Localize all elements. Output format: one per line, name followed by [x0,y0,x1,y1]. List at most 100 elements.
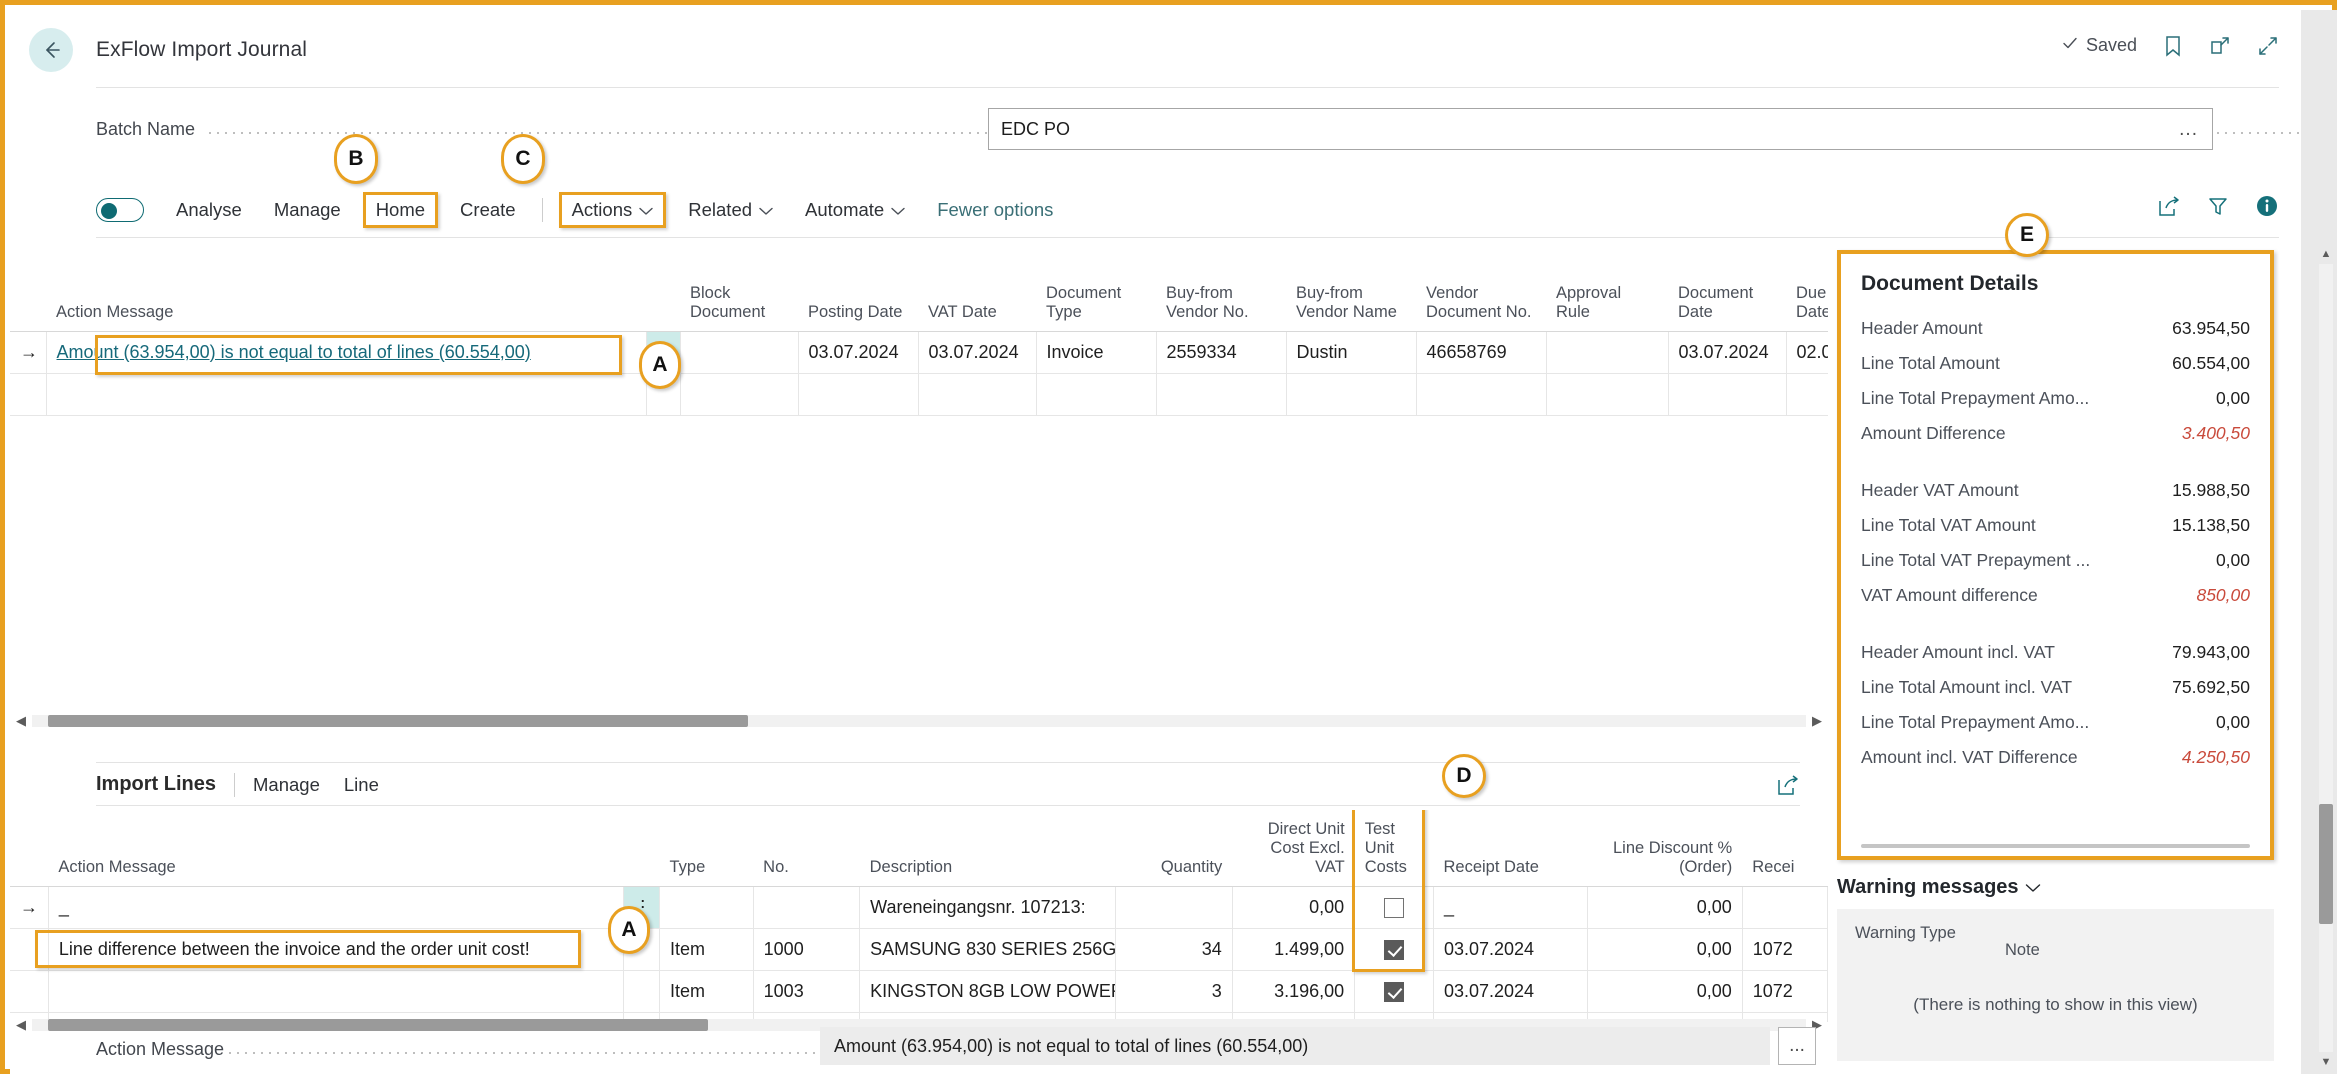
journal-cell-due-date[interactable] [1786,373,1828,416]
journal-col-due-date[interactable]: Due Date [1786,255,1828,332]
scrollbar-thumb[interactable] [48,715,748,727]
lines-cell-description[interactable]: SAMSUNG 830 SERIES 256GB ... [859,928,1116,971]
batch-name-assist-edit-button[interactable]: ... [2179,120,2212,139]
lines-cell-recei[interactable]: 1072 [1742,970,1828,1013]
journal-cell-vat-date[interactable]: 03.07.2024 [918,331,1037,374]
lines-col-direct-unit-cost[interactable]: Direct Unit Cost Excl. VAT [1232,810,1355,887]
lines-cell-description[interactable]: KINGSTON 8GB LOW POWER ... [859,970,1116,1013]
lines-cell-action-message[interactable] [48,970,624,1013]
scrollbar-track[interactable] [32,715,1806,727]
lines-col-quantity[interactable]: Quantity [1115,810,1233,887]
share-icon[interactable] [1776,774,1800,796]
lines-col-test-unit-costs[interactable]: Test Unit Costs [1354,810,1434,887]
share-icon[interactable] [2157,195,2181,222]
journal-cell-approval-rule[interactable] [1546,373,1669,416]
info-icon[interactable] [2255,194,2279,223]
test-unit-costs-checkbox[interactable] [1384,939,1405,960]
journal-col-vendor-document-no[interactable]: Vendor Document No. [1416,255,1546,332]
open-in-new-window-icon[interactable] [2209,35,2231,57]
lines-cell-recei[interactable]: 1072 [1742,928,1828,971]
ribbon-related[interactable]: Related [676,194,785,226]
lines-col-type[interactable]: Type [659,810,754,887]
lines-col-line-discount[interactable]: Line Discount % (Order) [1587,810,1743,887]
journal-cell-buy-from-vendor-name[interactable]: Dustin [1286,331,1417,374]
journal-cell-block-document[interactable] [680,331,799,374]
journal-cell-document-type[interactable]: Invoice [1036,331,1157,374]
test-unit-costs-checkbox[interactable] [1384,897,1405,918]
test-unit-costs-checkbox[interactable] [1384,981,1405,1002]
lines-cell-direct-unit-cost[interactable]: 0,00 [1232,886,1356,929]
table-row[interactable]: → Amount (63.954,00) is not equal to tot… [10,331,1828,374]
journal-col-approval-rule[interactable]: Approval Rule [1546,255,1668,332]
table-row[interactable]: → _ ⋮ Wareneingangsnr. 107213: 0,00 _ 0,… [10,886,1828,929]
lines-cell-description[interactable]: Wareneingangsnr. 107213: [859,886,1116,929]
ribbon-create[interactable]: Create [448,194,528,226]
lines-col-description[interactable]: Description [859,810,1116,887]
lines-cell-line-discount[interactable]: 0,00 [1587,886,1743,929]
lines-col-recei[interactable]: Recei [1742,810,1828,887]
table-row[interactable] [10,373,1828,416]
lines-cell-line-discount[interactable]: 0,00 [1587,928,1743,971]
journal-cell-due-date[interactable]: 02.08.20 [1786,331,1828,374]
journal-col-buy-from-vendor-no[interactable]: Buy-from Vendor No. [1156,255,1286,332]
journal-cell-vendor-document-no[interactable]: 46658769 [1416,331,1547,374]
lines-cell-line-discount[interactable]: 0,00 [1587,970,1743,1013]
journal-col-document-date[interactable]: Document Date [1668,255,1786,332]
lines-cell-action-message[interactable]: Line difference between the invoice and … [48,928,624,971]
row-menu-button[interactable] [623,970,660,1013]
lines-cell-quantity[interactable]: 34 [1115,928,1233,971]
lines-cell-test-unit-costs[interactable] [1354,928,1434,971]
journal-cell-buy-from-vendor-no[interactable]: 2559334 [1156,331,1287,374]
lines-cell-quantity[interactable]: 3 [1115,970,1233,1013]
table-row[interactable]: Line difference between the invoice and … [10,928,1828,971]
batch-name-input[interactable]: EDC PO [989,119,2179,140]
lines-cell-type[interactable]: Item [659,970,754,1013]
lines-cell-receipt-date[interactable]: _ [1433,886,1589,929]
ribbon-fewer-options[interactable]: Fewer options [925,194,1065,226]
lines-cell-type[interactable]: Item [659,928,754,971]
filter-icon[interactable] [2207,195,2229,222]
import-lines-line[interactable]: Line [344,774,379,796]
journal-cell-document-date[interactable]: 03.07.2024 [1668,331,1787,374]
back-button[interactable] [29,28,73,72]
journal-col-posting-date[interactable]: Posting Date [798,255,918,332]
bottom-action-message-value[interactable]: Amount (63.954,00) is not equal to total… [820,1027,1770,1065]
lines-col-no[interactable]: No. [753,810,860,887]
factbox-scrollbar-thumb[interactable] [1861,844,2250,848]
ribbon-manage[interactable]: Manage [262,194,353,226]
scrollbar-thumb[interactable] [2319,804,2333,924]
lines-cell-direct-unit-cost[interactable]: 3.196,00 [1232,970,1356,1013]
lines-cell-receipt-date[interactable]: 03.07.2024 [1433,928,1589,971]
journal-cell-block-document[interactable] [680,373,799,416]
scroll-up-icon[interactable]: ▲ [2319,248,2333,260]
lines-cell-test-unit-costs[interactable] [1354,886,1434,929]
warning-messages-header[interactable]: Warning messages [1837,876,2274,899]
journal-cell-document-type[interactable] [1036,373,1157,416]
journal-cell-vendor-document-no[interactable] [1416,373,1547,416]
lines-cell-test-unit-costs[interactable] [1354,970,1434,1013]
lines-cell-no[interactable]: 1003 [753,970,861,1013]
collapse-icon[interactable] [2257,35,2279,57]
journal-col-buy-from-vendor-name[interactable]: Buy-from Vendor Name [1286,255,1416,332]
journal-cell-document-date[interactable] [1668,373,1787,416]
table-row[interactable]: Item 1003 KINGSTON 8GB LOW POWER ... 3 3… [10,970,1828,1013]
scroll-left-icon[interactable]: ◀ [10,713,32,729]
journal-cell-buy-from-vendor-no[interactable] [1156,373,1287,416]
lines-cell-quantity[interactable] [1115,886,1233,929]
lines-col-action-message[interactable]: Action Message [48,810,624,887]
import-lines-manage[interactable]: Manage [253,774,320,796]
scrollbar-track[interactable] [2319,264,2333,1052]
journal-horizontal-scrollbar[interactable]: ◀ ▶ [10,710,1828,732]
ribbon-home[interactable]: Home [362,192,439,228]
journal-cell-buy-from-vendor-name[interactable] [1286,373,1417,416]
journal-col-vat-date[interactable]: VAT Date [918,255,1036,332]
bottom-action-message-assist-edit-button[interactable]: ... [1778,1027,1816,1065]
lines-cell-type[interactable] [659,886,754,929]
journal-cell-vat-date[interactable] [918,373,1037,416]
lines-cell-direct-unit-cost[interactable]: 1.499,00 [1232,928,1356,971]
bookmark-icon[interactable] [2163,35,2183,57]
ribbon-automate[interactable]: Automate [793,194,917,226]
journal-cell-action-message[interactable] [46,373,647,416]
page-vertical-scrollbar[interactable]: ▲ ▼ [2319,248,2333,1068]
lines-cell-recei[interactable] [1742,886,1828,929]
